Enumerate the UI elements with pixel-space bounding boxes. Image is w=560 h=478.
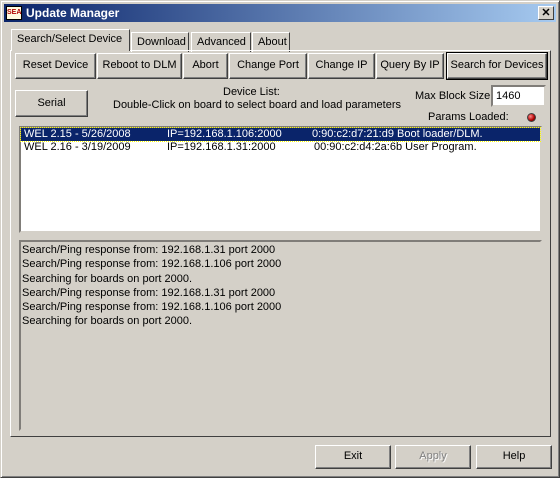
max-block-size-input[interactable]	[491, 85, 546, 107]
tab-label: About	[258, 36, 287, 48]
device-list-instruction: Double-Click on board to select board an…	[113, 99, 401, 111]
log-line: Searching for boards on port 2000.	[22, 272, 193, 285]
close-icon: ✕	[541, 7, 551, 19]
tab-label: Download	[137, 36, 186, 48]
change-ip-button[interactable]: Change IP	[308, 53, 375, 79]
device-version: WEL 2.15 - 5/26/2008	[24, 128, 131, 140]
device-info: 00:90:c2:d4:2a:6b User Program.	[314, 141, 477, 153]
reboot-to-dlm-button[interactable]: Reboot to DLM	[97, 53, 182, 79]
serial-button[interactable]: Serial	[15, 90, 88, 117]
log-line: Search/Ping response from: 192.168.1.106…	[22, 258, 282, 271]
device-ip: IP=192.168.1.31:2000	[167, 141, 276, 153]
change-port-button[interactable]: Change Port	[229, 53, 307, 79]
log-line: Searching for boards on port 2000.	[22, 315, 193, 328]
tab-about[interactable]: About	[252, 32, 290, 52]
query-by-ip-button[interactable]: Query By IP	[376, 53, 444, 79]
params-loaded-indicator	[527, 113, 536, 122]
app-icon: SEA	[6, 6, 22, 20]
log-line: Search/Ping response from: 192.168.1.106…	[22, 301, 282, 314]
device-row[interactable]: WEL 2.15 - 5/26/2008 IP=192.168.1.106:20…	[20, 127, 541, 142]
device-version: WEL 2.16 - 3/19/2009	[24, 141, 131, 153]
max-block-size-label: Max Block Size	[415, 90, 491, 102]
tab-label: Advanced	[197, 36, 246, 48]
help-button[interactable]: Help	[476, 445, 552, 469]
log-line: Search/Ping response from: 192.168.1.31 …	[22, 244, 276, 256]
exit-button[interactable]: Exit	[315, 445, 391, 469]
device-row[interactable]: WEL 2.16 - 3/19/2009 IP=192.168.1.31:200…	[21, 141, 540, 154]
update-manager-window: SEA Update Manager ✕ Search/Select Devic…	[0, 0, 560, 478]
tab-advanced[interactable]: Advanced	[191, 32, 251, 52]
title-bar[interactable]: SEA Update Manager ✕	[4, 4, 556, 22]
reset-device-button[interactable]: Reset Device	[15, 53, 96, 79]
device-ip: IP=192.168.1.106:2000	[167, 128, 282, 140]
device-list-heading: Device List:	[223, 86, 280, 98]
tab-search-select-device[interactable]: Search/Select Device	[11, 29, 130, 51]
abort-button[interactable]: Abort	[183, 53, 228, 79]
tab-label: Search/Select Device	[17, 33, 123, 45]
device-list[interactable]: WEL 2.15 - 5/26/2008 IP=192.168.1.106:20…	[19, 126, 542, 233]
tab-download[interactable]: Download	[131, 32, 189, 52]
window-title: Update Manager	[26, 6, 120, 20]
log-output[interactable]: Search/Ping response from: 192.168.1.31 …	[19, 240, 542, 431]
device-info: 0:90:c2:d7:21:d9 Boot loader/DLM.	[312, 128, 483, 140]
log-line: Search/Ping response from: 192.168.1.31 …	[22, 286, 276, 299]
close-button[interactable]: ✕	[538, 6, 554, 20]
apply-button[interactable]: Apply	[395, 445, 471, 469]
search-for-devices-button[interactable]: Search for Devices	[446, 52, 548, 80]
params-loaded-label: Params Loaded:	[428, 111, 509, 123]
